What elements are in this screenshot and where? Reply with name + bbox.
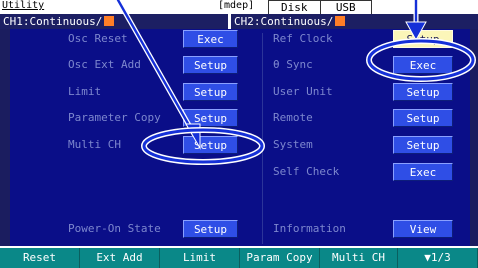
limit-label: Limit (68, 85, 102, 98)
ch2-indicator-icon (335, 16, 346, 26)
user-unit-label: User Unit (273, 85, 333, 98)
self-check-label: Self Check (273, 165, 340, 178)
right-stripe (470, 29, 478, 246)
theta-sync-label: θ Sync (273, 58, 313, 71)
softkey-ext-add[interactable]: Ext Add (80, 248, 160, 268)
ch1-status-label: CH1:Continuous/ (3, 15, 103, 28)
system-label: System (273, 138, 313, 151)
power-on-state-setup-button[interactable]: Setup (183, 220, 238, 238)
remote-setup-button[interactable]: Setup (393, 109, 453, 127)
usb-button[interactable]: USB (319, 1, 372, 15)
osc-ext-add-setup-button[interactable]: Setup (183, 56, 238, 74)
power-on-state-label: Power-On State (68, 222, 161, 235)
softkey-bar: Reset Ext Add Limit Param Copy Multi CH … (0, 246, 478, 268)
mode-indicator: [mdep] (218, 0, 255, 11)
ch2-status-bar: CH2:Continuous/ (231, 14, 478, 29)
multi-ch-label: Multi CH (68, 138, 121, 151)
theta-sync-exec-button[interactable]: Exec (393, 56, 453, 74)
information-view-button[interactable]: View (393, 220, 453, 238)
softkey-reset[interactable]: Reset (0, 248, 80, 268)
left-stripe (0, 29, 10, 246)
menu-title: Utility (2, 0, 45, 11)
user-unit-setup-button[interactable]: Setup (393, 83, 453, 101)
ch1-indicator-icon (104, 16, 115, 26)
utility-menu-panel: Osc Reset Exec Osc Ext Add Setup Limit S… (0, 29, 478, 246)
softkey-limit[interactable]: Limit (160, 248, 240, 268)
column-divider (262, 33, 263, 244)
instrument-screen: Utility [mdep] Disk USB CH1:Continuous/ … (0, 0, 478, 268)
ch1-status-bar: CH1:Continuous/ (0, 14, 228, 29)
parameter-copy-label: Parameter Copy (68, 111, 161, 124)
multi-ch-setup-button[interactable]: Setup (183, 136, 238, 154)
ch2-status-label: CH2:Continuous/ (234, 15, 334, 28)
osc-reset-exec-button[interactable]: Exec (183, 30, 238, 48)
limit-setup-button[interactable]: Setup (183, 83, 238, 101)
osc-reset-label: Osc Reset (68, 32, 128, 45)
remote-label: Remote (273, 111, 313, 124)
osc-ext-add-label: Osc Ext Add (68, 58, 141, 71)
softkey-multi-ch[interactable]: Multi CH (320, 248, 398, 268)
softkey-param-copy[interactable]: Param Copy (240, 248, 320, 268)
system-setup-button[interactable]: Setup (393, 136, 453, 154)
self-check-exec-button[interactable]: Exec (393, 163, 453, 181)
softkey-page-next[interactable]: ▼1/3 (398, 248, 478, 268)
ref-clock-setup-button[interactable]: Setup (393, 30, 453, 48)
ref-clock-label: Ref Clock (273, 32, 333, 45)
parameter-copy-setup-button[interactable]: Setup (183, 109, 238, 127)
disk-button[interactable]: Disk (269, 1, 320, 15)
information-label: Information (273, 222, 346, 235)
